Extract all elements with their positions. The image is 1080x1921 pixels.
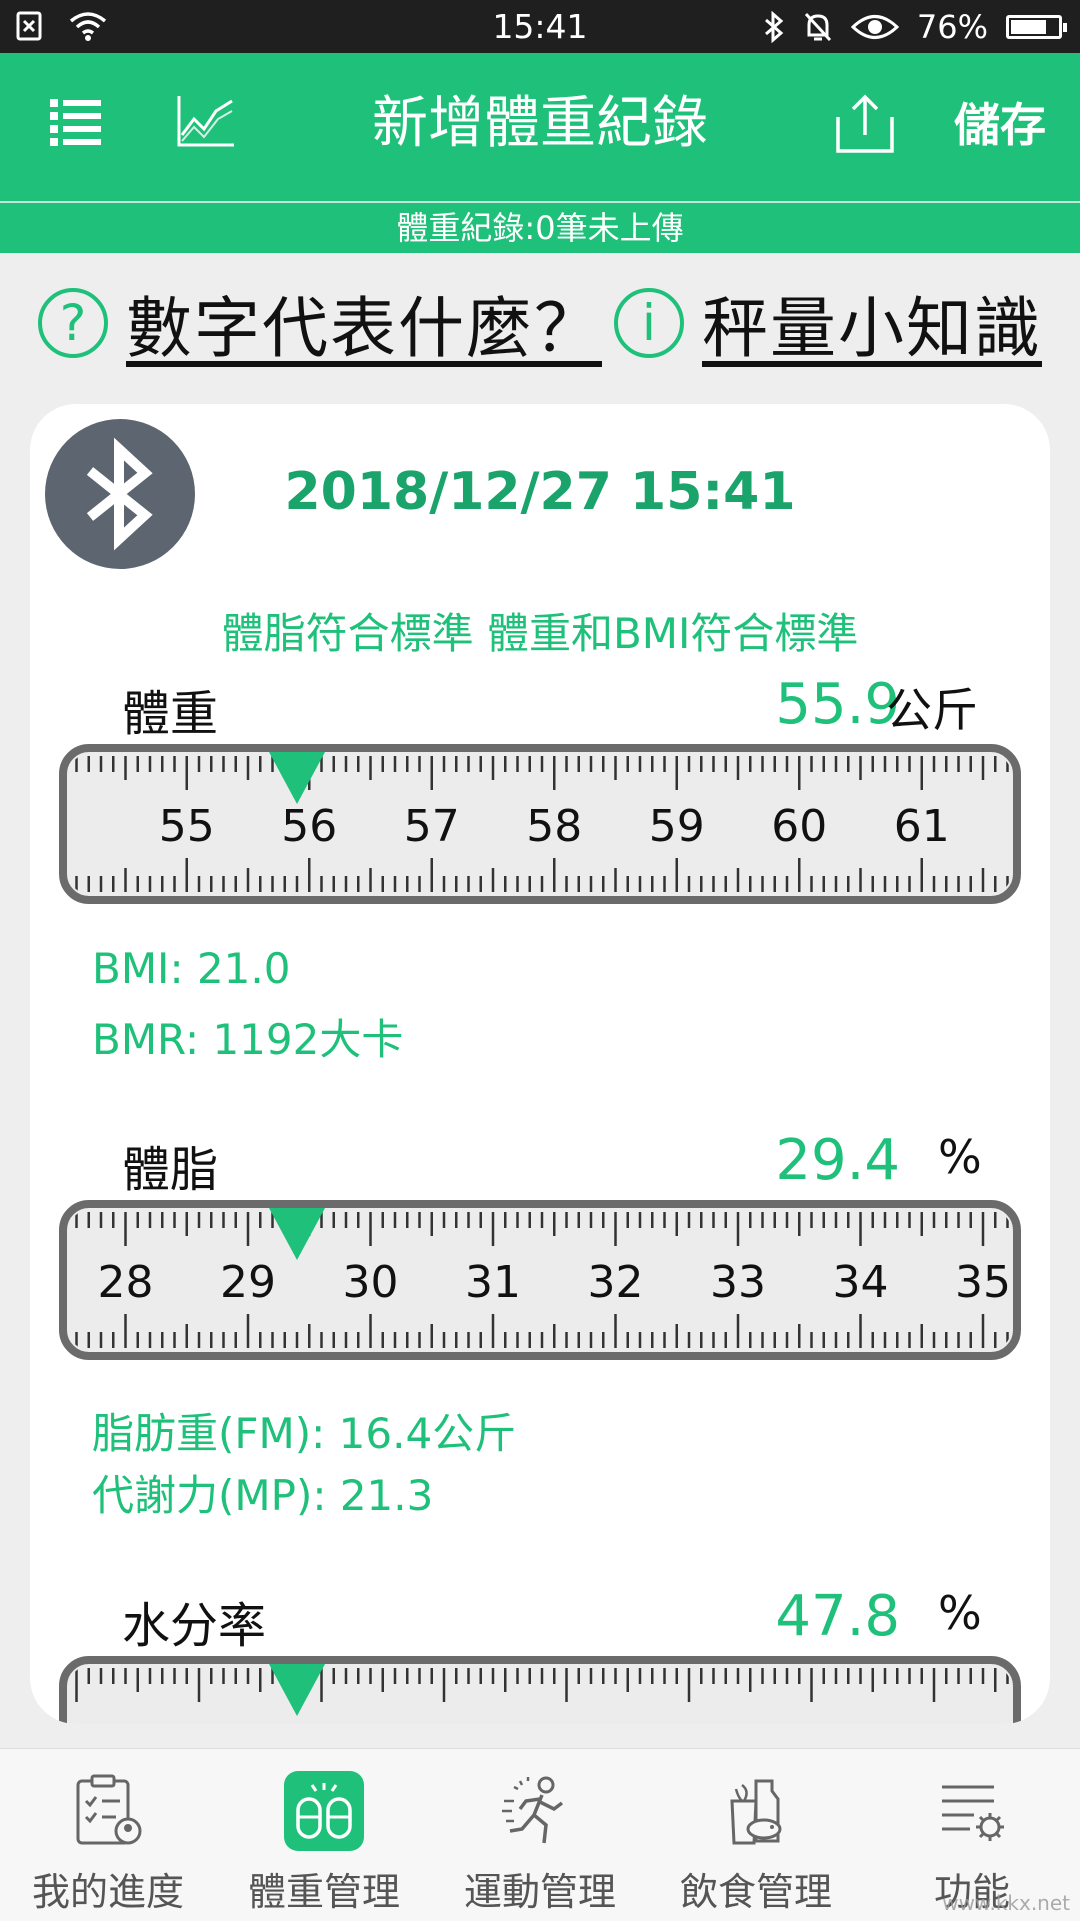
weight-ruler-slider[interactable]: 55 56 57 58 59 60 61 (59, 744, 1021, 944)
question-icon: ? (38, 288, 108, 358)
knowledge-label[interactable]: 秤量小知識 (702, 275, 1042, 371)
bodyfat-ruler-tick-label: 29 (220, 1257, 276, 1308)
battery-icon (1006, 14, 1067, 39)
bodyfat-unit: % (938, 1130, 982, 1184)
nav-label-exercise: 運動管理 (463, 1870, 616, 1914)
bodyfat-ruler-tick-label: 33 (710, 1257, 766, 1308)
battery-percent: 76% (916, 7, 988, 46)
water-unit: % (938, 1586, 982, 1640)
weight-ruler-tick-label: 61 (894, 801, 950, 852)
nav-item-weight[interactable]: 體重管理 (216, 1749, 432, 1921)
fat-mass-text: 脂肪重(FM): 16.4公斤 (92, 1409, 517, 1458)
running-person-icon (502, 1776, 564, 1844)
record-card: 2018/12/27 15:41 體脂符合標準 體重和BMI符合標準 體重 55… (30, 404, 1050, 1724)
metabolism-text: 代謝力(MP): 21.3 (92, 1471, 434, 1520)
progress-clipboard-icon (76, 1774, 142, 1845)
bmr-text: BMR: 1192大卡 (92, 1015, 404, 1064)
standard-status-text: 體脂符合標準 體重和BMI符合標準 (221, 609, 859, 658)
eye-comfort-icon (850, 14, 899, 39)
water-label: 水分率 (122, 1598, 267, 1654)
bodyfat-ruler-tick-label: 28 (98, 1257, 154, 1308)
status-right-icons: 76% (763, 0, 1067, 53)
scale-feet-icon (284, 1771, 364, 1851)
weight-value: 55.9 (775, 672, 900, 737)
bluetooth-status-icon (764, 10, 784, 43)
save-button[interactable]: 儲存 (954, 95, 1046, 155)
nav-item-diet[interactable]: 飲食管理 (648, 1749, 864, 1921)
nav-label-progress: 我的進度 (31, 1870, 184, 1914)
nav-label-diet: 飲食管理 (679, 1870, 832, 1914)
record-datetime[interactable]: 2018/12/27 15:41 (30, 462, 1050, 522)
weight-ruler-tick-label: 56 (281, 801, 337, 852)
settings-list-icon (942, 1785, 1004, 1841)
bodyfat-ruler-tick-label: 31 (465, 1257, 521, 1308)
nav-item-exercise[interactable]: 運動管理 (432, 1749, 648, 1921)
bodyfat-value: 29.4 (775, 1128, 900, 1193)
page-title: 新增體重紀錄 (372, 91, 708, 156)
nav-item-progress[interactable]: 我的進度 (0, 1749, 216, 1921)
weight-ruler-tick-label: 60 (771, 801, 827, 852)
weight-ruler-tick-label: 55 (159, 801, 215, 852)
weight-label: 體重 (122, 686, 219, 742)
bodyfat-label: 體脂 (122, 1142, 219, 1198)
upload-status-bar: 體重紀錄:0筆未上傳 (0, 203, 1080, 253)
weight-ruler-tick-label: 57 (404, 801, 460, 852)
app-toolbar: 新增體重紀錄 儲存 (0, 53, 1080, 203)
bottom-navigation: 我的進度 體重管理 運動管理 飲食管理 功能 www.kkx.net (0, 1748, 1080, 1921)
weight-unit: 公斤 (886, 683, 978, 737)
help-links-row: ? 數字代表什麼？ i 秤量小知識 (0, 255, 1080, 385)
bodyfat-ruler-tick-label: 34 (833, 1257, 889, 1308)
water-value: 47.8 (775, 1584, 900, 1649)
water-ruler-slider[interactable] (59, 1656, 1021, 1724)
status-bar: 15:41 76% (0, 0, 1080, 53)
nav-label-weight: 體重管理 (247, 1870, 400, 1914)
bmi-text: BMI: 21.0 (92, 944, 291, 993)
what-numbers-label[interactable]: 數字代表什麼？ (126, 275, 602, 371)
site-watermark: www.kkx.net (942, 1891, 1070, 1915)
upload-icon[interactable] (834, 93, 896, 155)
weight-ruler-tick-label: 58 (526, 801, 582, 852)
bodyfat-ruler-tick-label: 35 (955, 1257, 1011, 1308)
bodyfat-ruler-tick-label: 30 (343, 1257, 399, 1308)
bodyfat-ruler-tick-label: 32 (588, 1257, 644, 1308)
silent-bell-icon (804, 12, 831, 41)
what-numbers-link[interactable]: ? 數字代表什麼？ (38, 275, 602, 371)
info-icon: i (614, 288, 684, 358)
weight-ruler-tick-label: 59 (649, 801, 705, 852)
knowledge-link[interactable]: i 秤量小知識 (614, 275, 1042, 371)
bodyfat-ruler-slider[interactable]: 28 29 30 31 32 33 34 35 (59, 1200, 1021, 1400)
food-groceries-icon (730, 1779, 782, 1845)
